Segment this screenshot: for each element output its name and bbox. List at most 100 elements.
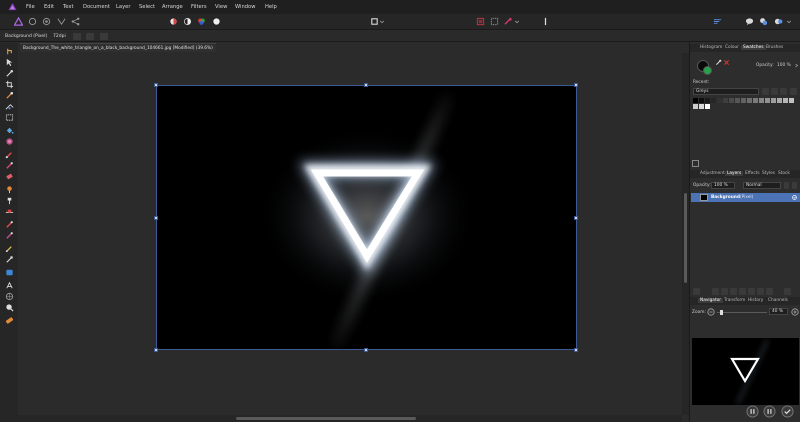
layer-opacity-field[interactable]: 100 %: [711, 182, 735, 189]
flood-select-tool-icon[interactable]: [5, 102, 14, 111]
refine-selection-icon[interactable]: [489, 16, 500, 27]
swatch[interactable]: [711, 98, 716, 103]
add-swatch-icon[interactable]: [771, 88, 778, 95]
chevron-down-icon[interactable]: [379, 16, 385, 27]
layer-settings-icon[interactable]: [792, 182, 797, 189]
tab-adjustment[interactable]: Adjustment: [698, 171, 727, 176]
layers-options-icon[interactable]: [693, 288, 700, 295]
menu-edit[interactable]: Edit: [44, 4, 54, 10]
resize-handle[interactable]: [574, 216, 578, 220]
scroll-thumb[interactable]: [236, 417, 416, 420]
swatch[interactable]: [693, 98, 698, 103]
add-pixel-layer-icon[interactable]: [766, 288, 773, 295]
rotate-icon[interactable]: [100, 33, 108, 40]
horizontal-scrollbar[interactable]: [18, 415, 682, 422]
studio-chat-icon[interactable]: [744, 16, 755, 27]
layer-lock-icon[interactable]: [784, 182, 789, 189]
stroke-colour-well[interactable]: [703, 66, 712, 75]
menu-file[interactable]: File: [26, 4, 35, 10]
pause-circle-icon[interactable]: [746, 405, 759, 418]
swatch[interactable]: [789, 98, 794, 103]
tab-swatches[interactable]: Swatches: [741, 45, 766, 50]
zoom-slider-thumb[interactable]: [720, 310, 723, 315]
tab-navigator[interactable]: Navigator: [698, 298, 724, 303]
add-mask-icon[interactable]: [712, 288, 719, 295]
zoom-field[interactable]: 40 %: [769, 308, 788, 315]
mesh-warp-tool-icon[interactable]: [5, 292, 14, 301]
resize-handle[interactable]: [574, 348, 578, 352]
erase-brush-tool-icon[interactable]: [5, 172, 14, 181]
auto-white-balance-icon[interactable]: [211, 16, 222, 27]
opacity-value[interactable]: 100 %: [777, 63, 791, 68]
menu-view[interactable]: View: [215, 4, 227, 10]
navigator-preview[interactable]: [692, 338, 799, 405]
menu-help[interactable]: Help: [265, 4, 277, 10]
add-layer-icon[interactable]: [757, 288, 764, 295]
swatch[interactable]: [723, 98, 728, 103]
swatch[interactable]: [765, 98, 770, 103]
live-filter-icon[interactable]: [730, 288, 737, 295]
swatch[interactable]: [705, 104, 710, 109]
menu-document[interactable]: Document: [83, 4, 110, 10]
selection-brush-tool-icon[interactable]: [5, 91, 14, 100]
tab-history[interactable]: History: [746, 298, 765, 303]
zoom-in-icon[interactable]: [791, 308, 799, 316]
menu-arrange[interactable]: Arrange: [162, 4, 183, 10]
resize-handle[interactable]: [574, 83, 578, 87]
swatch[interactable]: [693, 104, 698, 109]
chevron-right-icon[interactable]: [794, 63, 799, 68]
transform-icon[interactable]: [86, 33, 94, 40]
swatch[interactable]: [753, 98, 758, 103]
colour-picker-icon[interactable]: [715, 59, 722, 66]
tab-effects[interactable]: Effects: [743, 171, 762, 176]
auto-colours-icon[interactable]: [196, 16, 207, 27]
arrange-icon[interactable]: [712, 16, 723, 27]
resize-handle[interactable]: [154, 216, 158, 220]
palette-select[interactable]: Greys: [693, 88, 759, 95]
red-eye-tool-icon[interactable]: [5, 220, 14, 229]
node-tool-icon[interactable]: [5, 255, 14, 264]
tone-mapping-persona-icon[interactable]: [56, 16, 67, 27]
vertical-scrollbar[interactable]: [682, 53, 689, 415]
smudge-brush-tool-icon[interactable]: [5, 231, 14, 240]
artistic-text-tool-icon[interactable]: [5, 281, 14, 290]
move-tool-icon[interactable]: [5, 58, 14, 67]
menu-layer[interactable]: Layer: [116, 4, 130, 10]
adjustment-layer-icon[interactable]: [721, 288, 728, 295]
pen-tool-icon[interactable]: [5, 244, 14, 253]
scroll-thumb[interactable]: [684, 193, 687, 283]
menu-text[interactable]: Text: [63, 4, 74, 10]
rectangle-tool-icon[interactable]: [5, 268, 14, 277]
resize-handle[interactable]: [364, 348, 368, 352]
panel-grip-icon[interactable]: [692, 160, 699, 167]
swap-colours-icon[interactable]: [723, 59, 730, 66]
chevron-down-icon[interactable]: [786, 16, 792, 27]
menu-select[interactable]: Select: [139, 4, 155, 10]
auto-contrast-icon[interactable]: [182, 16, 193, 27]
paint-brush-tool-icon[interactable]: [5, 150, 14, 159]
gradient-tool-icon[interactable]: [5, 137, 14, 146]
document-tab[interactable]: Background_The_white_triangle_on_a_black…: [20, 43, 216, 52]
tab-stock[interactable]: Stock: [776, 171, 792, 176]
swatch[interactable]: [729, 98, 734, 103]
force-pixel-alignment-icon[interactable]: [773, 16, 784, 27]
brush-options-icon[interactable]: [540, 16, 551, 27]
tab-transform[interactable]: Transform: [722, 298, 747, 303]
photo-persona-icon[interactable]: [13, 16, 24, 27]
tab-styles[interactable]: Styles: [760, 171, 777, 176]
swatch[interactable]: [747, 98, 752, 103]
pause-circle-icon[interactable]: [763, 405, 776, 418]
auto-levels-icon[interactable]: [168, 16, 179, 27]
swatch[interactable]: [717, 98, 722, 103]
menu-filters[interactable]: Filters: [191, 4, 207, 10]
swatch[interactable]: [735, 98, 740, 103]
resize-handle[interactable]: [364, 83, 368, 87]
colour-swatch-tool-icon[interactable]: [5, 316, 14, 325]
swatch[interactable]: [777, 98, 782, 103]
chevron-down-icon[interactable]: [514, 16, 520, 27]
quick-mask-icon[interactable]: [475, 16, 486, 27]
dodge-brush-tool-icon[interactable]: [5, 185, 14, 194]
tab-channels[interactable]: Channels: [766, 298, 790, 303]
swatch[interactable]: [705, 98, 710, 103]
snapping-icon[interactable]: [758, 16, 769, 27]
